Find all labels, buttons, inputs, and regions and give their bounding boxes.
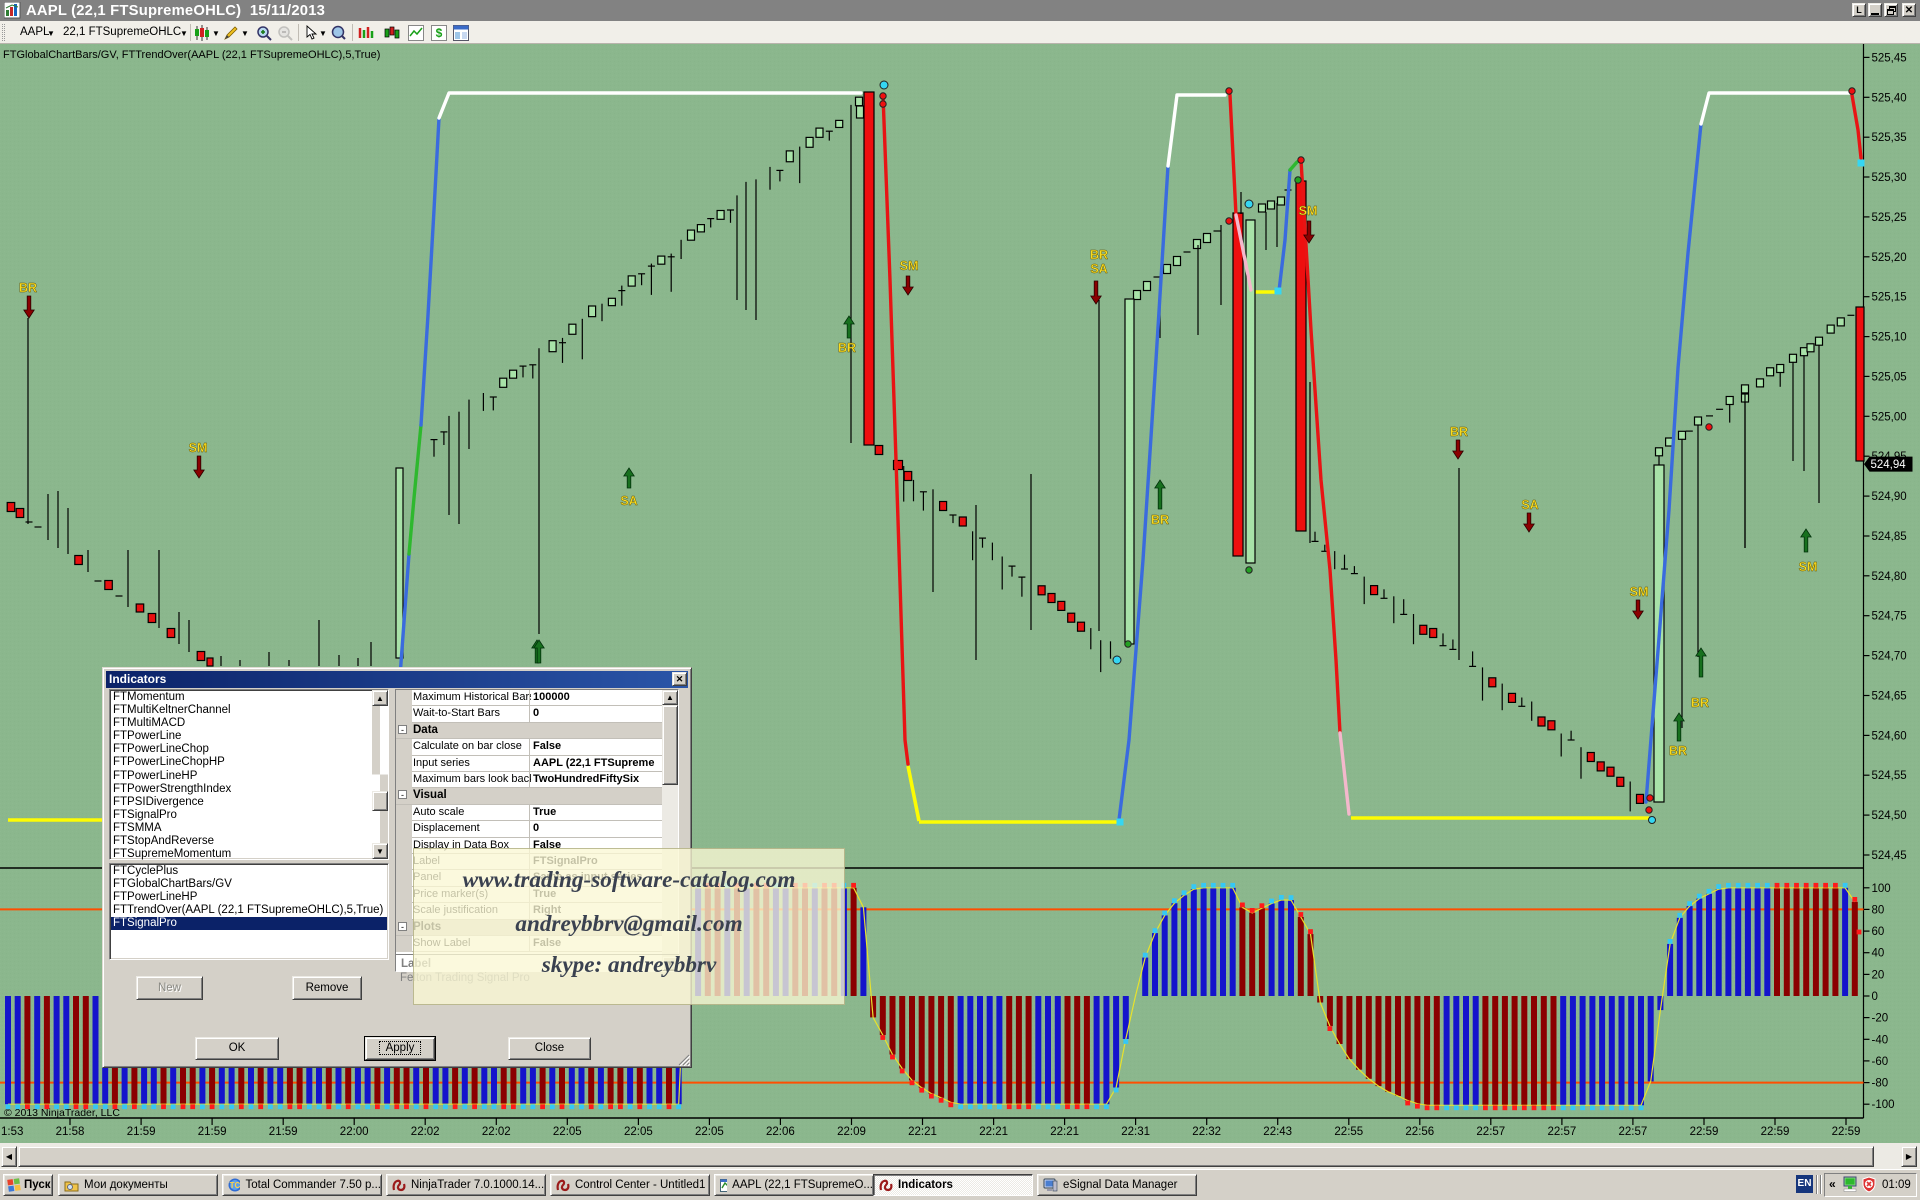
svg-text:22:09: 22:09: [837, 1126, 866, 1138]
svg-text:22:59: 22:59: [1690, 1126, 1719, 1138]
svg-text:SA: SA: [620, 494, 637, 508]
svg-text:525,30: 525,30: [1872, 172, 1907, 184]
svg-text:525,40: 525,40: [1872, 92, 1907, 104]
svg-text:22:43: 22:43: [1263, 1126, 1292, 1138]
svg-text:BR: BR: [838, 341, 856, 355]
svg-text:80: 80: [1872, 904, 1885, 916]
svg-text:22:59: 22:59: [1761, 1126, 1790, 1138]
svg-text:0: 0: [1872, 991, 1878, 1003]
svg-text:BR: BR: [1090, 248, 1108, 262]
svg-text:BR: BR: [1691, 696, 1709, 710]
svg-text:SM: SM: [900, 259, 919, 273]
svg-text:22:57: 22:57: [1619, 1126, 1648, 1138]
svg-text:21:58: 21:58: [56, 1126, 85, 1138]
svg-text:524,50: 524,50: [1872, 810, 1907, 822]
svg-text:SA: SA: [1521, 498, 1538, 512]
svg-text:525,35: 525,35: [1872, 132, 1907, 144]
svg-text:22:21: 22:21: [908, 1126, 937, 1138]
svg-text:22:00: 22:00: [340, 1126, 369, 1138]
svg-text:524,85: 524,85: [1872, 531, 1907, 543]
svg-text:BR: BR: [19, 281, 37, 295]
svg-text:21:59: 21:59: [127, 1126, 156, 1138]
svg-text:100: 100: [1872, 883, 1891, 895]
svg-text:22:57: 22:57: [1476, 1126, 1505, 1138]
svg-text:524,70: 524,70: [1872, 651, 1907, 663]
svg-text:524,55: 524,55: [1872, 770, 1907, 782]
svg-text:22:05: 22:05: [695, 1126, 724, 1138]
svg-text:22:57: 22:57: [1548, 1126, 1577, 1138]
svg-text:BR: BR: [1450, 425, 1468, 439]
svg-text:22:05: 22:05: [553, 1126, 582, 1138]
svg-text:525,00: 525,00: [1872, 411, 1907, 423]
svg-text:SM: SM: [189, 441, 208, 455]
svg-text:22:31: 22:31: [1121, 1126, 1150, 1138]
svg-text:525,10: 525,10: [1872, 332, 1907, 344]
svg-text:20: 20: [1872, 969, 1885, 981]
svg-text:22:02: 22:02: [482, 1126, 511, 1138]
svg-text:TC: TC: [230, 1181, 241, 1190]
svg-text:-40: -40: [1872, 1034, 1889, 1046]
svg-text:22:21: 22:21: [1050, 1126, 1079, 1138]
svg-text:22:05: 22:05: [624, 1126, 653, 1138]
svg-text:22:02: 22:02: [411, 1126, 440, 1138]
svg-text:22:06: 22:06: [766, 1126, 795, 1138]
svg-text:525,45: 525,45: [1872, 52, 1907, 64]
svg-text:525,20: 525,20: [1872, 252, 1907, 264]
svg-text:525,25: 525,25: [1872, 212, 1907, 224]
svg-text:524,65: 524,65: [1872, 691, 1907, 703]
svg-text:524,90: 524,90: [1872, 491, 1907, 503]
svg-text:22:59: 22:59: [1832, 1126, 1861, 1138]
svg-text:22:21: 22:21: [979, 1126, 1008, 1138]
svg-text:-80: -80: [1872, 1078, 1889, 1090]
svg-text:525,05: 525,05: [1872, 371, 1907, 383]
svg-text:SM: SM: [1630, 585, 1649, 599]
svg-text:524,94: 524,94: [1871, 459, 1907, 471]
svg-text:40: 40: [1872, 948, 1885, 960]
svg-text:-60: -60: [1872, 1056, 1889, 1068]
svg-text:524,45: 524,45: [1872, 850, 1907, 862]
svg-text:SM: SM: [1799, 560, 1818, 574]
svg-text:22:56: 22:56: [1405, 1126, 1434, 1138]
svg-text:BR: BR: [1151, 513, 1169, 527]
svg-text:21:59: 21:59: [198, 1126, 227, 1138]
svg-text:524,80: 524,80: [1872, 571, 1907, 583]
svg-text:524,60: 524,60: [1872, 730, 1907, 742]
svg-text:21:59: 21:59: [269, 1126, 298, 1138]
svg-text:-100: -100: [1872, 1099, 1895, 1111]
svg-text:BR: BR: [1669, 744, 1687, 758]
svg-text:525,15: 525,15: [1872, 292, 1907, 304]
svg-text:SA: SA: [1090, 262, 1107, 276]
svg-text:22:55: 22:55: [1334, 1126, 1363, 1138]
svg-text:22:32: 22:32: [1192, 1126, 1221, 1138]
svg-text:$: $: [436, 26, 443, 40]
svg-text:SM: SM: [1299, 204, 1318, 218]
svg-text:-20: -20: [1872, 1013, 1889, 1025]
svg-text:524,75: 524,75: [1872, 611, 1907, 623]
svg-text:1:53: 1:53: [1, 1126, 23, 1138]
svg-text:60: 60: [1872, 926, 1885, 938]
